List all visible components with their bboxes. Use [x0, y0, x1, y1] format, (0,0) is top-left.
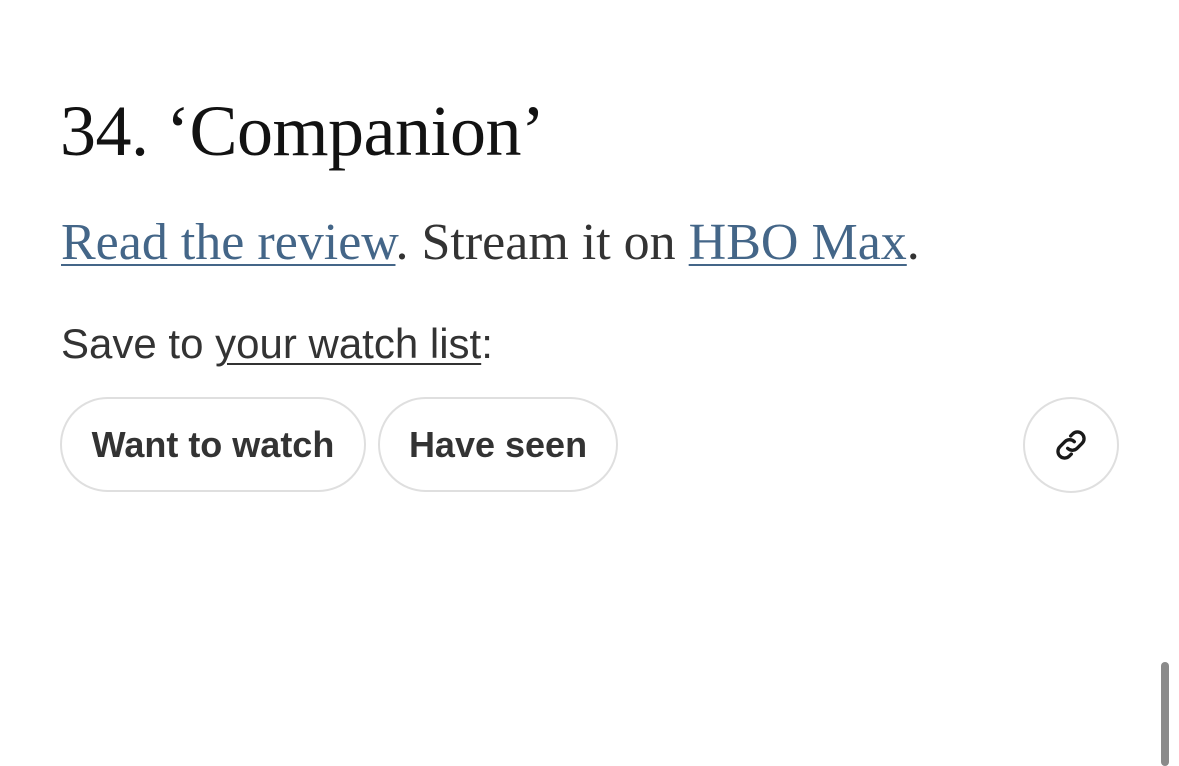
- have-seen-button[interactable]: Have seen: [378, 397, 618, 492]
- scrollbar-thumb[interactable]: [1161, 662, 1169, 766]
- stream-text: . Stream it on: [395, 214, 689, 271]
- movie-title: 34. ‘Companion’: [60, 91, 545, 171]
- streaming-service-link[interactable]: HBO Max: [689, 214, 907, 271]
- watch-info: Read the review. Stream it on HBO Max.: [61, 210, 920, 276]
- save-prefix: Save to: [61, 320, 216, 367]
- link-icon: [1056, 430, 1086, 460]
- movie-entry: 34. ‘Companion’ Read the review. Stream …: [0, 0, 1179, 766]
- watch-list-link[interactable]: your watch list: [215, 320, 481, 367]
- save-to-watchlist: Save to your watch list:: [61, 318, 493, 370]
- save-suffix: :: [481, 320, 493, 367]
- period: .: [906, 214, 920, 271]
- want-to-watch-button[interactable]: Want to watch: [60, 397, 366, 492]
- read-review-link[interactable]: Read the review: [61, 214, 395, 271]
- copy-link-button[interactable]: [1023, 397, 1119, 493]
